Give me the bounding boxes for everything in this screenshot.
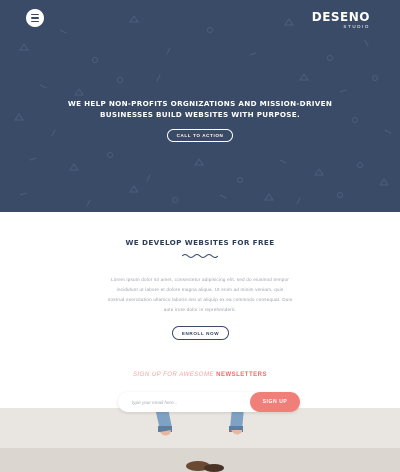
photo-illustration (0, 408, 400, 472)
sign-up-button[interactable]: SIGN UP (250, 392, 300, 412)
logo[interactable]: DESENO STUDIO (312, 11, 370, 29)
hero-heading: WE HELP NON-PROFITS ORGNIZATIONS AND MIS… (0, 98, 400, 120)
menu-button[interactable] (26, 9, 44, 27)
logo-main-text: DESENO (311, 10, 370, 24)
newsletter-title-strong: NEWSLETTERS (216, 372, 267, 378)
email-input[interactable] (118, 392, 250, 412)
section-body: Lorem ipsum dolor sit amet, consectetur … (78, 275, 322, 315)
newsletter-title-light: SIGN UP FOR AWESOME (133, 372, 214, 378)
enroll-now-button[interactable]: ENROLL NOW (172, 326, 229, 340)
body-line: aute irure dolor in reprehenderit. (163, 307, 237, 312)
section-title: WE DEVELOP WEBSITES FOR FREE (125, 238, 275, 247)
newsletter-form: SIGN UP (118, 392, 300, 412)
background-photo (0, 408, 400, 472)
newsletter-title: SIGN UP FOR AWESOME NEWSLETTERS (0, 372, 400, 378)
body-line: incididunt ut labore et dolore magna ali… (116, 287, 284, 292)
hamburger-icon (31, 13, 39, 16)
hamburger-icon (31, 20, 39, 23)
hamburger-icon (31, 17, 39, 19)
call-to-action-button[interactable]: CALL TO ACTION (167, 129, 233, 142)
logo-sub-text: STUDIO (343, 24, 370, 29)
hero-heading-line: WE HELP NON-PROFITS ORGNIZATIONS AND MIS… (67, 99, 333, 108)
body-line: nostrud exercitation ullamco laboris nis… (107, 297, 293, 302)
body-line: Lorem ipsum dolor sit amet, consectetur … (111, 277, 289, 282)
wave-divider-icon (182, 254, 218, 258)
hero-heading-line: BUSINESSES BUILD WEBSITES WITH PURPOSE. (100, 110, 300, 119)
hero-section: DESENO STUDIO WE HELP NON-PROFITS ORGNIZ… (0, 0, 400, 212)
